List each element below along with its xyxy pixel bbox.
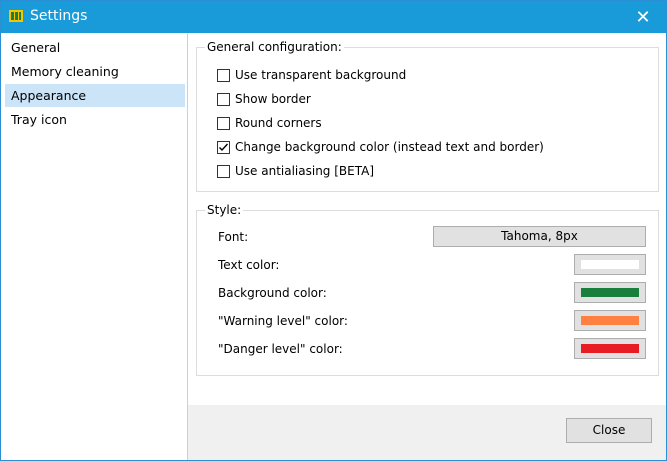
text-color-button[interactable] [574,254,646,275]
danger-color-button[interactable] [574,338,646,359]
sidebar-item-general[interactable]: General [5,36,185,59]
content-panel: General configuration: Use transparent b… [188,33,666,460]
checkbox-checked[interactable] [217,140,230,154]
option-label: Use transparent background [235,68,407,82]
option-round-corners[interactable]: Round corners [217,114,322,132]
general-configuration-title: General configuration: [205,40,344,54]
font-label: Font: [218,230,249,244]
option-show-border[interactable]: Show border [217,90,311,108]
text-color-swatch [581,260,639,269]
style-title: Style: [205,203,244,217]
style-group: Style: Font: Tahoma, 8px Text color: Bac… [196,203,659,376]
danger-color-label: "Danger level" color: [218,342,343,356]
text-color-label: Text color: [218,258,280,272]
danger-color-swatch [581,344,639,353]
close-button[interactable]: Close [566,418,652,443]
background-color-button[interactable] [574,282,646,303]
sidebar-item-tray-icon[interactable]: Tray icon [5,108,185,131]
close-icon[interactable]: ✕ [620,1,666,33]
warning-color-button[interactable] [574,310,646,331]
checkmark-icon [219,143,229,151]
checkbox[interactable] [217,116,230,130]
option-use-antialiasing[interactable]: Use antialiasing [BETA] [217,162,374,180]
warning-color-swatch [581,316,639,325]
option-label: Show border [235,92,311,106]
checkbox[interactable] [217,164,230,178]
sidebar-item-appearance[interactable]: Appearance [5,84,185,107]
sidebar-item-memory-cleaning[interactable]: Memory cleaning [5,60,185,83]
content-area: General configuration: Use transparent b… [188,33,666,405]
background-color-swatch [581,288,639,297]
title-bar[interactable]: Settings ✕ [1,1,666,33]
option-label: Round corners [235,116,322,130]
option-label: Change background color (instead text an… [235,140,544,154]
font-picker-button[interactable]: Tahoma, 8px [433,226,646,247]
option-label: Use antialiasing [BETA] [235,164,375,178]
app-icon [9,10,23,22]
settings-window: Settings ✕ General Memory cleaning Appea… [0,0,667,461]
warning-color-label: "Warning level" color: [218,314,348,328]
sidebar: General Memory cleaning Appearance Tray … [1,33,187,460]
window-title: Settings [30,8,88,24]
option-change-background-color[interactable]: Change background color (instead text an… [217,138,544,156]
option-transparent-background[interactable]: Use transparent background [217,66,406,84]
background-color-label: Background color: [218,286,327,300]
checkbox[interactable] [217,92,230,106]
checkbox[interactable] [217,68,230,82]
general-configuration-group: General configuration: Use transparent b… [196,40,659,192]
